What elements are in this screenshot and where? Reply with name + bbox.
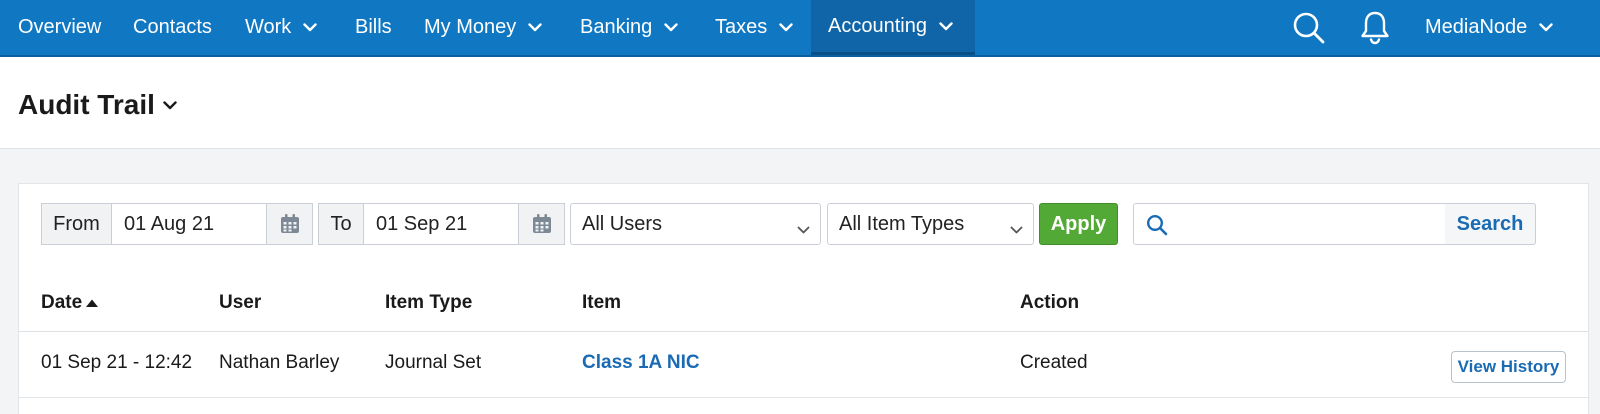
to-label-text: To xyxy=(330,212,352,235)
search-button-label: Search xyxy=(1456,212,1524,235)
page-title-text: Audit Trail xyxy=(18,89,155,120)
bell-icon[interactable] xyxy=(1355,8,1395,48)
view-history-label: View History xyxy=(1457,357,1560,376)
nav-banking[interactable]: Banking xyxy=(580,0,678,55)
nav-accounting-label: Accounting xyxy=(828,14,927,37)
nav-work-label: Work xyxy=(245,16,292,38)
nav-overview[interactable]: Overview xyxy=(18,0,101,55)
column-header-date[interactable]: Date xyxy=(41,292,99,314)
nav-bills[interactable]: Bills xyxy=(355,0,392,55)
calendar-icon[interactable] xyxy=(266,203,313,245)
apply-button[interactable]: Apply xyxy=(1039,203,1118,245)
page-title[interactable]: Audit Trail xyxy=(18,89,177,121)
users-select[interactable]: All Users xyxy=(570,203,821,245)
column-header-user[interactable]: User xyxy=(219,292,261,314)
nav-overview-label: Overview xyxy=(18,16,102,38)
nav-my-money-label: My Money xyxy=(424,16,517,38)
search-button[interactable]: Search xyxy=(1445,203,1536,245)
cell-item-link[interactable]: Class 1A NIC xyxy=(582,352,700,374)
table-row-divider xyxy=(19,397,1588,398)
nav-taxes[interactable]: Taxes xyxy=(715,0,793,55)
nav-accounting[interactable]: Accounting xyxy=(811,0,975,55)
nav-taxes-label: Taxes xyxy=(715,16,768,38)
to-date-value: 01 Sep 21 xyxy=(376,212,468,235)
chevron-down-icon xyxy=(1010,218,1023,241)
search-input[interactable] xyxy=(1178,210,1428,238)
cell-action: Created xyxy=(1020,352,1088,373)
from-date-value: 01 Aug 21 xyxy=(124,212,215,235)
chevron-down-icon xyxy=(303,23,318,32)
column-header-item[interactable]: Item xyxy=(582,292,621,314)
column-header-date-label: Date xyxy=(41,292,83,313)
item-types-select-value: All Item Types xyxy=(839,212,965,235)
to-date-field[interactable]: 01 Sep 21 xyxy=(363,203,519,245)
cell-user: Nathan Barley xyxy=(219,352,340,373)
from-date-field[interactable]: 01 Aug 21 xyxy=(111,203,267,245)
column-header-item-label: Item xyxy=(582,292,622,313)
column-header-item-type-label: Item Type xyxy=(385,292,473,313)
nav-banking-label: Banking xyxy=(580,16,653,38)
column-header-action[interactable]: Action xyxy=(1020,292,1079,314)
column-header-item-type[interactable]: Item Type xyxy=(385,292,472,314)
search-field[interactable] xyxy=(1133,203,1446,245)
nav-contacts-label: Contacts xyxy=(133,16,212,38)
users-select-value: All Users xyxy=(582,212,663,235)
chevron-down-icon xyxy=(163,100,177,110)
to-label: To xyxy=(318,203,364,245)
top-nav: Overview Contacts Work Bills My Money Ba… xyxy=(0,0,1600,57)
cell-item-type: Journal Set xyxy=(385,352,482,373)
search-icon xyxy=(1146,214,1168,241)
sort-ascending-icon xyxy=(85,298,99,308)
chevron-down-icon xyxy=(797,218,810,241)
audit-trail-panel: From 01 Aug 21 To 01 Sep 21 All Users Al… xyxy=(18,183,1589,414)
view-history-button[interactable]: View History xyxy=(1451,351,1566,383)
account-label: MediaNode xyxy=(1425,16,1528,38)
from-label: From xyxy=(41,203,112,245)
chevron-down-icon xyxy=(528,23,542,32)
from-label-text: From xyxy=(53,212,100,235)
nav-work[interactable]: Work xyxy=(245,0,318,55)
nav-my-money[interactable]: My Money xyxy=(424,0,542,55)
column-header-action-label: Action xyxy=(1020,292,1080,313)
chevron-down-icon xyxy=(1539,23,1553,32)
cell-date: 01 Sep 21 - 12:42 xyxy=(41,352,193,373)
chevron-down-icon xyxy=(664,23,678,32)
search-icon[interactable] xyxy=(1289,8,1329,48)
calendar-icon[interactable] xyxy=(518,203,565,245)
chevron-down-icon xyxy=(779,23,793,32)
apply-button-label: Apply xyxy=(1050,212,1107,235)
item-types-select[interactable]: All Item Types xyxy=(827,203,1034,245)
page-header: Audit Trail xyxy=(0,57,1600,149)
nav-contacts[interactable]: Contacts xyxy=(133,0,212,55)
nav-bills-label: Bills xyxy=(355,16,392,38)
column-header-user-label: User xyxy=(219,292,262,313)
table-header-divider xyxy=(19,331,1588,332)
chevron-down-icon xyxy=(939,21,953,31)
account-menu[interactable]: MediaNode xyxy=(1425,0,1553,55)
